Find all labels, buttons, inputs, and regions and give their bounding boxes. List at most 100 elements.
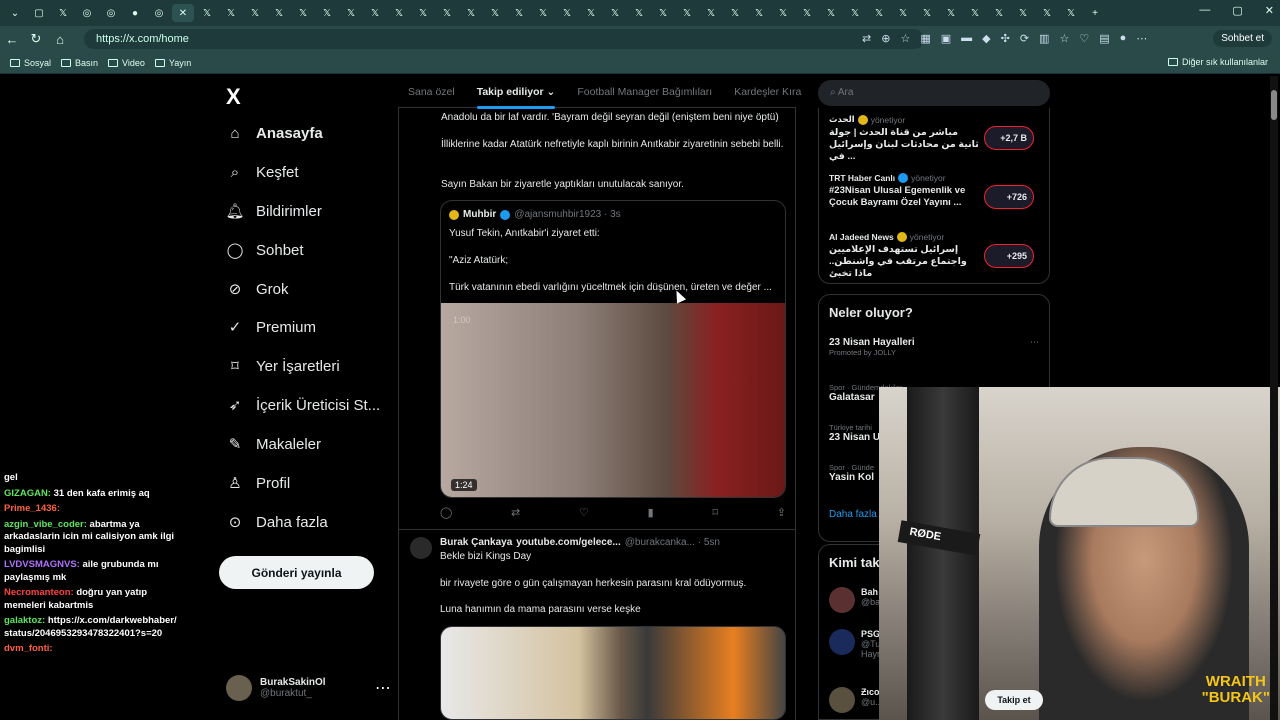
tab-icon[interactable]: 𝕏 bbox=[292, 4, 314, 22]
bookmark-folder[interactable]: Sosyal bbox=[10, 58, 51, 68]
post-author[interactable]: Burak Çankaya bbox=[440, 537, 512, 548]
tab-icon[interactable]: 𝕏 bbox=[796, 4, 818, 22]
profile-avatar[interactable]: ● bbox=[1120, 32, 1127, 45]
maximize-icon[interactable]: ▢ bbox=[1232, 4, 1242, 17]
x-logo[interactable]: X bbox=[226, 84, 241, 110]
follow-button[interactable]: Takip et bbox=[985, 690, 1043, 710]
other-favorites[interactable]: Diğer sık kullanılanlar bbox=[1167, 57, 1268, 67]
share-icon[interactable]: ⇪ bbox=[777, 506, 786, 519]
sidebar-item-explore[interactable]: ⌕ Keşfet bbox=[226, 157, 299, 187]
like-icon[interactable]: ♡ bbox=[579, 506, 589, 519]
extension-icon[interactable]: ▬ bbox=[961, 32, 972, 45]
live-item[interactable]: الحدث yönetiyor مباشر من قناة الحدث | جول… bbox=[829, 114, 1044, 163]
tab-icon[interactable]: 𝕏 bbox=[556, 4, 578, 22]
extension-icon[interactable]: ♡ bbox=[1079, 32, 1089, 45]
more-icon[interactable]: ⋯ bbox=[1030, 337, 1039, 348]
tab-icon[interactable]: ◎ bbox=[148, 4, 170, 22]
extension-icon[interactable]: ⟳ bbox=[1020, 32, 1029, 45]
tab-for-you[interactable]: Sana özel bbox=[408, 86, 455, 98]
tab-icon[interactable]: 𝕏 bbox=[244, 4, 266, 22]
favorites-icon[interactable]: ☆ bbox=[1059, 32, 1069, 45]
bookmark-icon[interactable]: ⌑ bbox=[712, 506, 718, 519]
tab-icon[interactable]: ◎ bbox=[100, 4, 122, 22]
tab-icon[interactable]: 𝕏 bbox=[964, 4, 986, 22]
tab-icon[interactable]: 𝕏 bbox=[1060, 4, 1082, 22]
extension-icon[interactable]: ▣ bbox=[941, 32, 951, 45]
sidebar-item-premium[interactable]: ✓ Premium bbox=[226, 312, 316, 342]
post-image[interactable] bbox=[440, 626, 786, 720]
tab-icon[interactable]: 𝕏 bbox=[748, 4, 770, 22]
sidebar-item-creator-studio[interactable]: ➶ İçerik Üreticisi St... bbox=[226, 390, 380, 420]
extension-icon[interactable]: ▦ bbox=[920, 32, 930, 45]
tab-icon[interactable]: 𝕏 bbox=[676, 4, 698, 22]
more-icon[interactable]: ⋯ bbox=[1136, 32, 1147, 45]
tab-icon[interactable]: 𝕏 bbox=[388, 4, 410, 22]
sidebar-item-more[interactable]: ⊙ Daha fazla bbox=[226, 507, 328, 537]
zoom-icon[interactable]: ⊕ bbox=[881, 32, 890, 45]
extension-icon[interactable]: ✣ bbox=[1001, 32, 1010, 45]
tab-icon[interactable]: 𝕏 bbox=[1012, 4, 1034, 22]
tab-following[interactable]: Takip ediliyor ⌄ bbox=[476, 86, 555, 109]
tab-icon[interactable]: ● bbox=[124, 4, 146, 22]
reply-icon[interactable]: ◯ bbox=[440, 506, 452, 519]
tab-icon[interactable]: 𝕏 bbox=[436, 4, 458, 22]
tab-icon[interactable]: 𝕏 bbox=[772, 4, 794, 22]
reload-icon[interactable]: ↻ bbox=[24, 31, 48, 47]
url-input[interactable]: https://x.com/home bbox=[84, 29, 924, 49]
more-icon[interactable]: ⋯ bbox=[375, 678, 391, 698]
tab-icon[interactable]: 𝕏 bbox=[628, 4, 650, 22]
bookmark-folder[interactable]: Video bbox=[108, 58, 145, 68]
post-button[interactable]: Gönderi yayınla bbox=[219, 556, 374, 589]
sidebar-item-bookmarks[interactable]: ⌑ Yer İşaretleri bbox=[226, 351, 340, 381]
sidebar-item-articles[interactable]: ✎ Makaleler bbox=[226, 429, 321, 459]
tab-icon[interactable]: 𝕏 bbox=[580, 4, 602, 22]
tab-icon[interactable]: 𝕏 bbox=[652, 4, 674, 22]
tab-icon[interactable]: 𝕏 bbox=[700, 4, 722, 22]
trend-item[interactable]: 23 Nisan Hayalleri Promoted by JOLLY ⋯ bbox=[829, 337, 1039, 357]
retweet-icon[interactable]: ⇄ bbox=[511, 506, 520, 519]
home-browser-icon[interactable]: ⌂ bbox=[48, 32, 72, 47]
tab-icon[interactable]: 𝕏 bbox=[220, 4, 242, 22]
tab-icon[interactable]: 𝕏 bbox=[460, 4, 482, 22]
tab-icon[interactable]: 𝕏 bbox=[892, 4, 914, 22]
tab-icon[interactable]: 𝕏 bbox=[916, 4, 938, 22]
tab-icon[interactable]: 𝕏 bbox=[844, 4, 866, 22]
tab-list[interactable]: Football Manager Bağımlıları bbox=[577, 86, 712, 98]
tab-icon[interactable]: 𝕏 bbox=[412, 4, 434, 22]
split-view-icon[interactable]: ▥ bbox=[1039, 32, 1049, 45]
tab-icon[interactable]: 𝕏 bbox=[724, 4, 746, 22]
tab-icon[interactable]: 𝕏 bbox=[532, 4, 554, 22]
tab-icon[interactable]: 𝕏 bbox=[196, 4, 218, 22]
views-icon[interactable]: ▮ bbox=[648, 506, 654, 519]
quoted-post[interactable]: Muhbir @ajansmuhbir1923 · 3s Yusuf Tekin… bbox=[440, 200, 786, 498]
close-window-icon[interactable]: ✕ bbox=[1265, 4, 1274, 17]
tab-icon[interactable]: ▢ bbox=[28, 4, 50, 22]
sidebar-item-grok[interactable]: ⊘ Grok bbox=[226, 274, 289, 304]
minimize-icon[interactable]: — bbox=[1199, 4, 1210, 17]
show-more-link[interactable]: Daha fazla bbox=[829, 509, 877, 520]
tab-icon[interactable]: 𝕏 bbox=[820, 4, 842, 22]
scrollbar-thumb[interactable] bbox=[1271, 90, 1277, 120]
tab-list[interactable]: Kardeşler Kıra bbox=[734, 86, 801, 98]
tab-icon[interactable]: 𝕏 bbox=[868, 4, 890, 22]
scrollbar[interactable] bbox=[1270, 76, 1278, 720]
tab-icon[interactable]: 𝕏 bbox=[340, 4, 362, 22]
follow-suggestion[interactable]: Bah @ba bbox=[829, 587, 880, 613]
tab-icon[interactable]: 𝕏 bbox=[508, 4, 530, 22]
sidebar-item-chat[interactable]: ◯ Sohbet bbox=[226, 235, 304, 265]
collections-icon[interactable]: ▤ bbox=[1099, 32, 1109, 45]
tab-icon[interactable]: 𝕏 bbox=[988, 4, 1010, 22]
tab-icon[interactable]: 𝕏 bbox=[1036, 4, 1058, 22]
sidebar-item-profile[interactable]: ♙ Profil bbox=[226, 468, 290, 498]
search-input[interactable]: ⌕ Ara bbox=[818, 80, 1050, 106]
tab-icon[interactable]: 𝕏 bbox=[364, 4, 386, 22]
extension-icon[interactable]: ◆ bbox=[982, 32, 990, 45]
trend-item[interactable]: Türkiye tarihi 23 Nisan U bbox=[829, 423, 880, 443]
tab-menu-icon[interactable]: ⌄ bbox=[4, 4, 26, 22]
tab-icon[interactable]: 𝕏 bbox=[52, 4, 74, 22]
account-switcher[interactable]: BurakSakinOl @buraktut_ ⋯ bbox=[226, 670, 391, 706]
copilot-button[interactable]: Sohbet et bbox=[1213, 30, 1272, 47]
follow-suggestion[interactable]: Ƶιco @u... bbox=[829, 687, 883, 713]
avatar[interactable] bbox=[410, 537, 432, 559]
active-tab[interactable]: ✕ bbox=[172, 4, 194, 22]
